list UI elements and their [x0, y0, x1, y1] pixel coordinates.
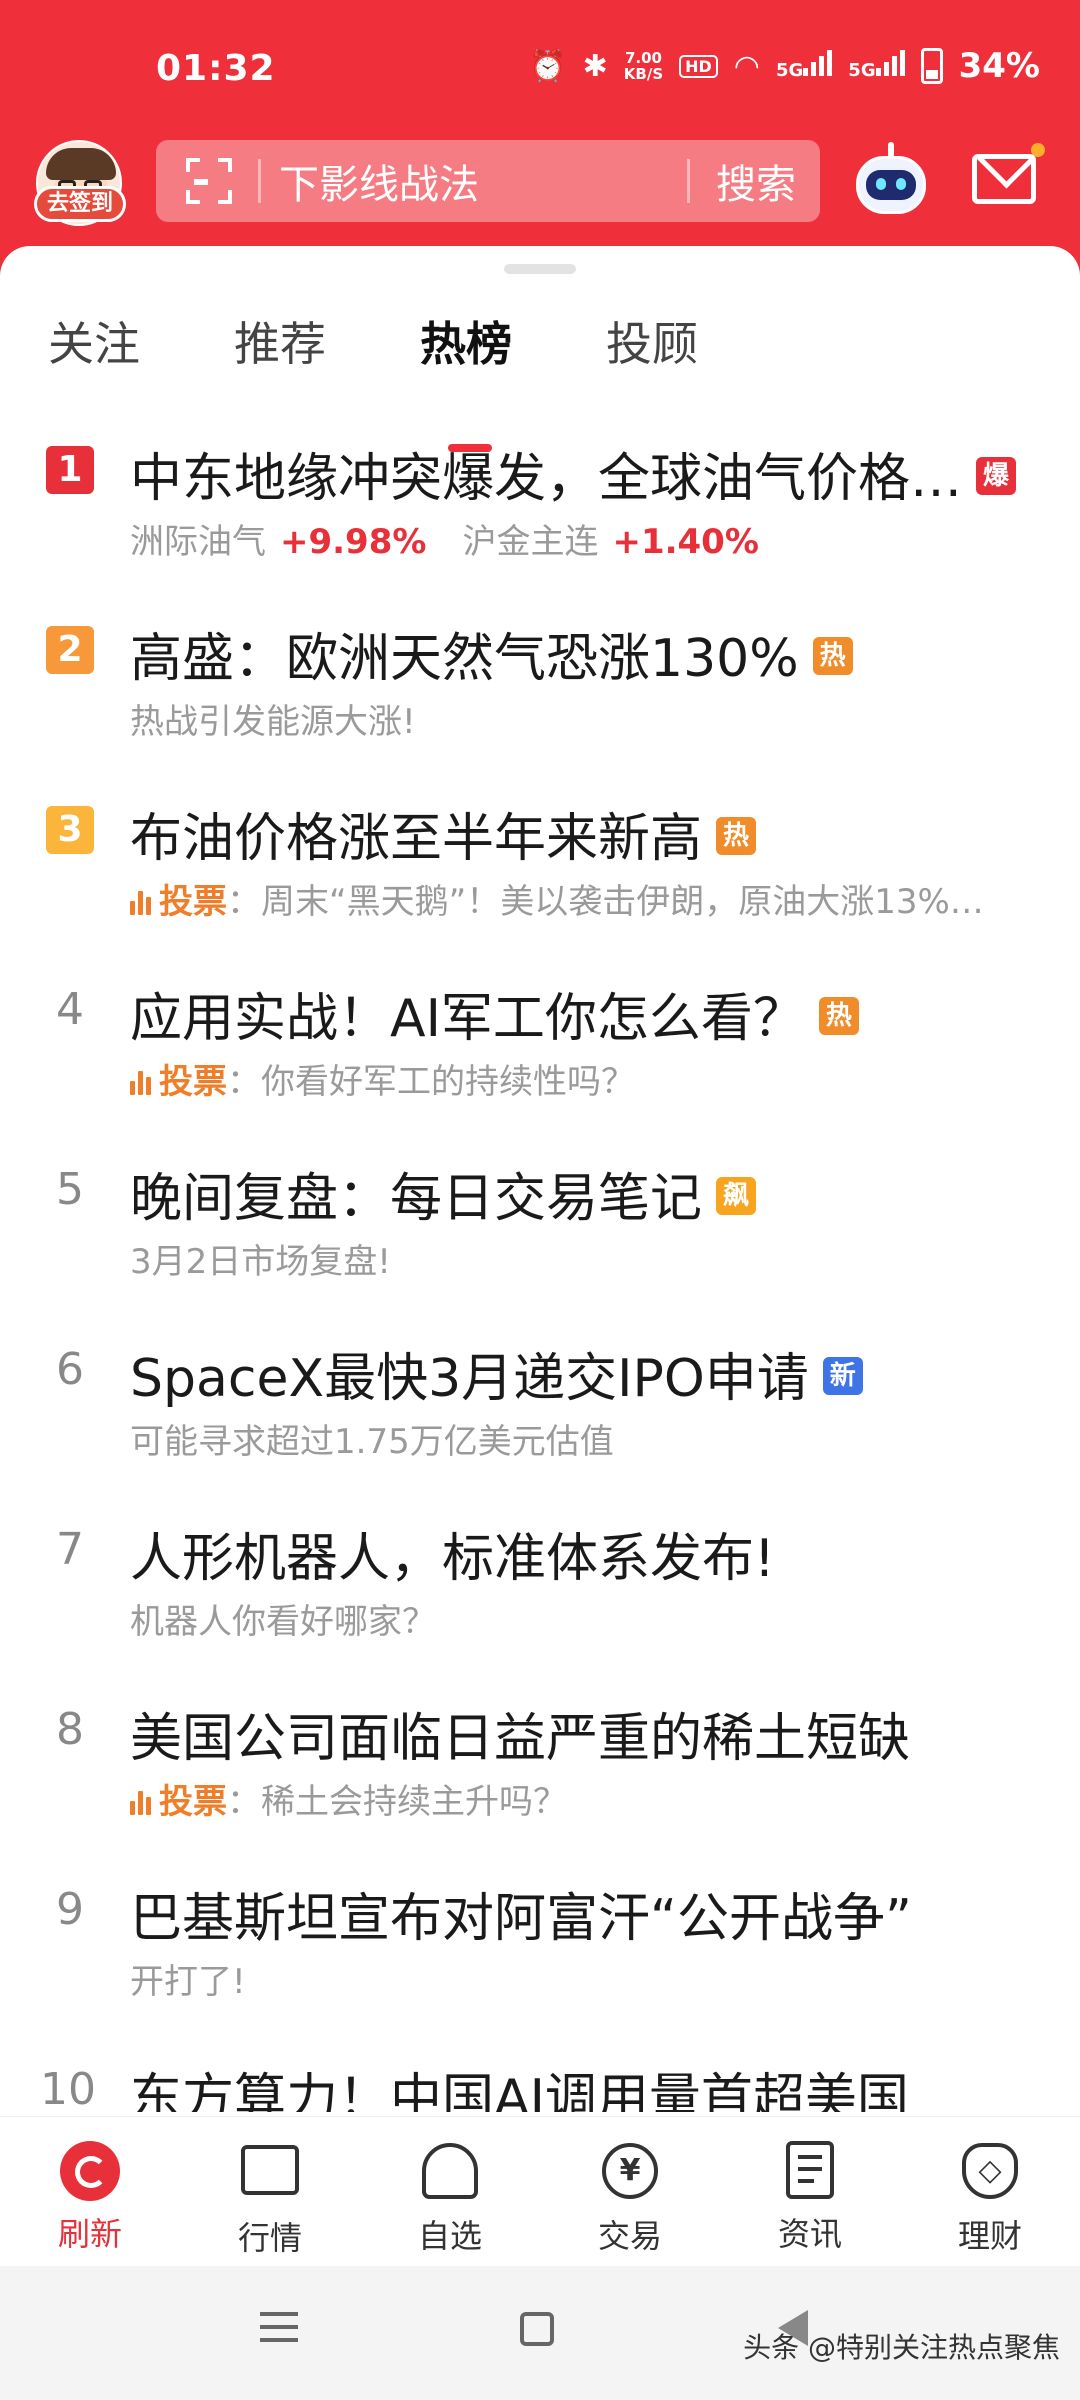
- news-icon: [786, 2141, 834, 2199]
- search-input[interactable]: 下影线战法: [279, 152, 687, 210]
- mail-icon[interactable]: [972, 143, 1045, 204]
- list-item[interactable]: 8 美国公司面临日益严重的稀土短缺 投票：稀土会持续主升吗？: [0, 1672, 1080, 1852]
- chart-icon: [241, 2145, 299, 2195]
- drag-handle[interactable]: [504, 264, 576, 274]
- refresh-icon: [60, 2141, 120, 2201]
- item-title: 美国公司面临日益严重的稀土短缺: [130, 1709, 911, 1769]
- content-card: 关注 推荐 热榜 投顾 1 中东地缘冲突爆发，全球油气价格… 爆 洲际油气 +9.9…: [0, 246, 1080, 2116]
- item-subtitle: 投票：稀土会持续主升吗？: [130, 1774, 567, 1823]
- list-item[interactable]: 1 中东地缘冲突爆发，全球油气价格… 爆 洲际油气 +9.98% 沪金主连 +1.40%: [0, 412, 1080, 592]
- home-icon[interactable]: [520, 2312, 554, 2346]
- scan-icon[interactable]: [186, 158, 232, 204]
- battery-percent: 34%: [958, 46, 1040, 86]
- list-item[interactable]: 6 SpaceX最快3月递交IPO申请新 可能寻求超过1.75万亿美元估值: [0, 1312, 1080, 1492]
- item-title: 高盛：欧洲天然气恐涨130% 热: [130, 616, 853, 691]
- rank-number: 4: [56, 984, 84, 1035]
- list-item[interactable]: 2 高盛：欧洲天然气恐涨130% 热 热战引发能源大涨!: [0, 592, 1080, 772]
- list-item[interactable]: 9 巴基斯坦宣布对阿富汗“公开战争” 开打了!: [0, 1852, 1080, 2032]
- list-item[interactable]: 10 东方算力！中国AI调用量首超美国: [0, 2032, 1080, 2113]
- rank-number: 10: [40, 2064, 96, 2113]
- hot-tag: 热: [812, 637, 853, 675]
- item-title: 中东地缘冲突爆发，全球油气价格… 爆: [130, 436, 1017, 511]
- user-icon: [422, 2143, 478, 2199]
- nav-wealth[interactable]: ◇ 理财: [930, 2141, 1050, 2257]
- hot-tag: 热: [818, 997, 859, 1035]
- rank-badge: 1: [46, 446, 94, 494]
- rank-number: 6: [56, 1344, 84, 1395]
- yuan-icon: ¥: [602, 2143, 658, 2199]
- money-bag-icon: ◇: [962, 2143, 1018, 2199]
- item-subtitle: 投票：周末“黑天鹅”！美以袭击伊朗，原油大涨13%…: [130, 874, 984, 923]
- nav-watchlist[interactable]: 自选: [390, 2141, 510, 2257]
- net-speed: 7.00 KB/S: [623, 49, 664, 83]
- nav-refresh[interactable]: 刷新: [30, 2141, 150, 2255]
- list-item[interactable]: 7 人形机器人，标准体系发布! 机器人你看好哪家？: [0, 1492, 1080, 1672]
- list-item[interactable]: 5 晚间复盘：每日交易笔记飙 3月2日市场复盘!: [0, 1132, 1080, 1312]
- item-subtitle: 投票：你看好军工的持续性吗？: [130, 1054, 635, 1103]
- status-bar: 01:32 ⏰ ✱ 7.00 KB/S HD ◠ 5G 5G 34%: [0, 0, 1080, 140]
- item-title: 晚间复盘：每日交易笔记飙: [130, 1156, 757, 1231]
- signin-button[interactable]: 去签到: [34, 186, 126, 222]
- vote-icon: [130, 889, 151, 915]
- tab-advisor[interactable]: 投顾: [606, 308, 698, 374]
- change-value: +1.40%: [612, 522, 759, 562]
- tab-follow[interactable]: 关注: [48, 308, 140, 374]
- nav-market[interactable]: 行情: [210, 2141, 330, 2259]
- vote-icon: [130, 1789, 151, 1815]
- vote-icon: [130, 1069, 151, 1095]
- item-title: 应用实战！AI军工你怎么看？热: [130, 976, 859, 1051]
- nav-news[interactable]: 资讯: [750, 2141, 870, 2255]
- status-time: 01:32: [156, 48, 276, 89]
- tab-bar: 关注 推荐 热榜 投顾: [0, 308, 1080, 452]
- search-bar[interactable]: 下影线战法 搜索: [156, 140, 820, 222]
- alarm-icon: ⏰: [529, 48, 567, 84]
- rank-badge: 3: [46, 806, 94, 854]
- change-value: +9.98%: [280, 522, 427, 562]
- bluetooth-icon: ✱: [582, 48, 608, 84]
- hd-icon: HD: [679, 54, 718, 78]
- list-item[interactable]: 4 应用实战！AI军工你怎么看？热 投票：你看好军工的持续性吗？: [0, 952, 1080, 1132]
- watermark: 头条 @特别关注热点聚焦: [743, 2331, 1060, 2364]
- system-nav-bar: 头条 @特别关注热点聚焦: [0, 2266, 1080, 2400]
- item-subtitle: 开打了!: [130, 1962, 246, 2002]
- item-title: 人形机器人，标准体系发布!: [130, 1529, 775, 1589]
- item-title: SpaceX最快3月递交IPO申请新: [130, 1336, 863, 1411]
- rank-number: 5: [56, 1164, 84, 1215]
- hot-tag: 飙: [716, 1177, 757, 1215]
- item-title: 东方算力！中国AI调用量首超美国: [130, 2069, 909, 2112]
- tab-hot-list[interactable]: 热榜: [420, 308, 512, 374]
- robot-assistant-icon[interactable]: [852, 142, 930, 220]
- rank-number: 7: [56, 1524, 84, 1575]
- item-subtitle: 热战引发能源大涨!: [130, 702, 416, 742]
- hot-tag: 热: [716, 817, 757, 855]
- wifi-icon: ◠: [733, 48, 760, 84]
- hot-tag: 爆: [976, 457, 1017, 495]
- signal-1-icon: 5G: [776, 48, 833, 84]
- item-subtitle: 3月2日市场复盘!: [130, 1242, 391, 1282]
- nav-trade[interactable]: ¥ 交易: [570, 2141, 690, 2257]
- battery-icon: [920, 48, 943, 84]
- menu-icon[interactable]: [260, 2312, 298, 2351]
- item-subtitle: 可能寻求超过1.75万亿美元估值: [130, 1422, 614, 1462]
- rank-number: 9: [56, 1884, 84, 1935]
- item-title: 布油价格涨至半年来新高热: [130, 796, 757, 871]
- notification-dot: [1031, 143, 1045, 157]
- signal-2-icon: 5G: [848, 48, 905, 84]
- tab-recommend[interactable]: 推荐: [234, 308, 326, 374]
- bottom-nav: 刷新 行情 自选 ¥ 交易 资讯 ◇ 理财: [0, 2116, 1080, 2266]
- search-button[interactable]: 搜索: [690, 152, 820, 210]
- item-subtitle: 洲际油气 +9.98% 沪金主连 +1.40%: [130, 522, 759, 562]
- hot-list: 1 中东地缘冲突爆发，全球油气价格… 爆 洲际油气 +9.98% 沪金主连 +1.40%…: [0, 412, 1080, 2112]
- rank-number: 8: [56, 1704, 84, 1755]
- rank-badge: 2: [46, 626, 94, 674]
- item-title: 巴基斯坦宣布对阿富汗“公开战争”: [130, 1889, 912, 1949]
- item-subtitle: 机器人你看好哪家？: [130, 1602, 436, 1642]
- list-item[interactable]: 3 布油价格涨至半年来新高热 投票：周末“黑天鹅”！美以袭击伊朗，原油大涨13%…: [0, 772, 1080, 952]
- new-tag: 新: [822, 1357, 863, 1395]
